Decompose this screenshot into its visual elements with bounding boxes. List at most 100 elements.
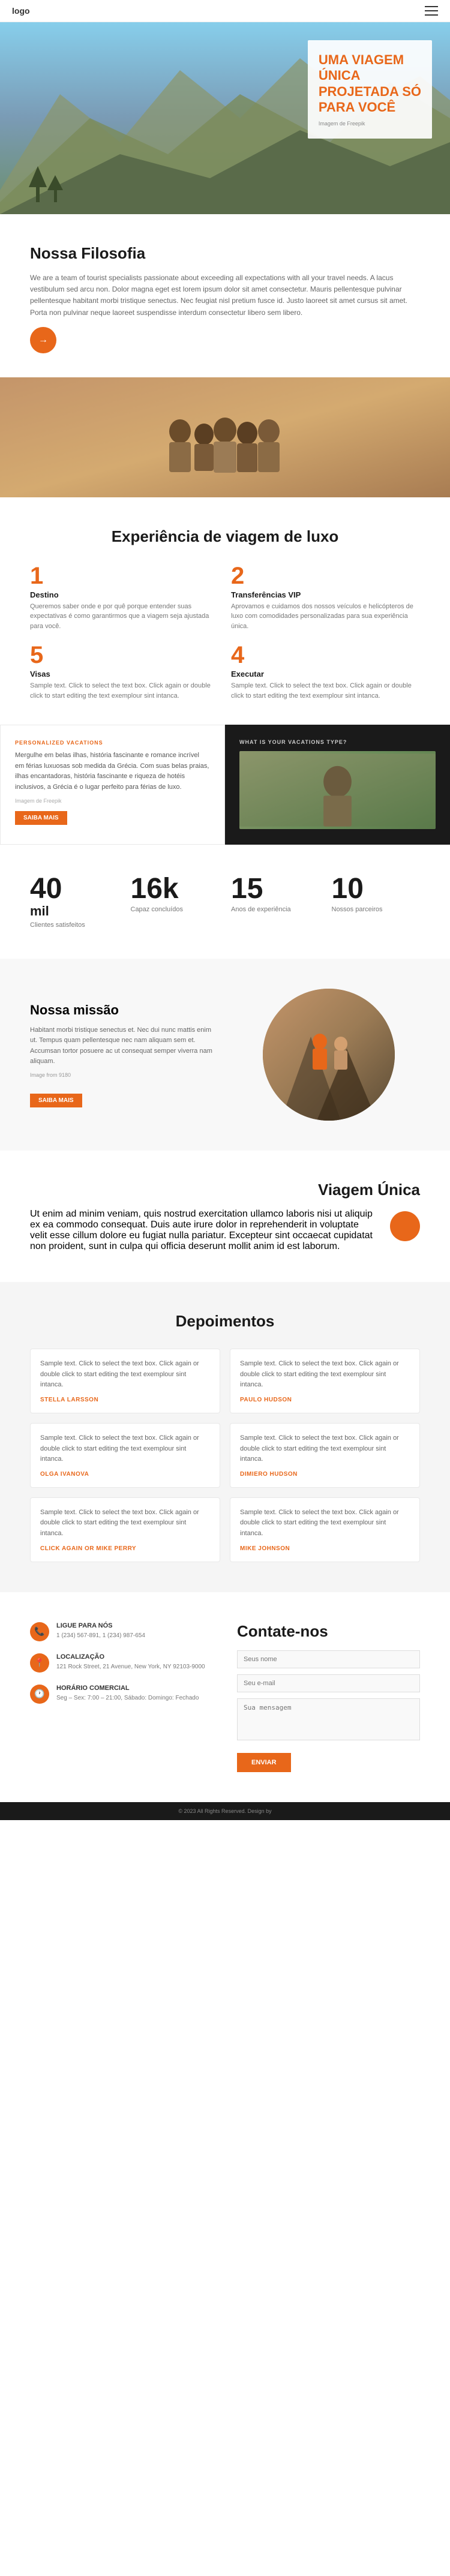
stat-label-0: Clientes satisfeitos — [30, 921, 119, 929]
footer-text: © 2023 All Rights Reserved. Design by — [178, 1808, 271, 1814]
filosofia-title: Nossa Filosofia — [30, 244, 420, 263]
pers-right-photo — [239, 751, 436, 829]
contact-info-location: LOCALIZAÇÃO 121 Rock Street, 21 Avenue, … — [56, 1653, 205, 1671]
exp-title-5: Visas — [30, 669, 219, 678]
exp-item-1: 1 Destino Queremos saber onde e por quê … — [30, 564, 219, 632]
contact-item-phone: 📞 LIGUE PARA NÓS 1 (234) 567-891, 1 (234… — [30, 1622, 213, 1641]
email-input[interactable] — [237, 1674, 420, 1692]
hamburger-menu[interactable] — [425, 6, 438, 16]
viagem-content: Ut enim ad minim veniam, quis nostrud ex… — [30, 1209, 420, 1252]
dep-card-1: Sample text. Click to select the text bo… — [230, 1349, 420, 1413]
pers-left-tab[interactable]: PERSONALIZED VACATIONS — [15, 740, 210, 746]
pers-left-panel: PERSONALIZED VACATIONS Mergulhe em belas… — [0, 725, 225, 845]
logo: logo — [12, 6, 30, 16]
group-photo — [0, 377, 450, 497]
name-input[interactable] — [237, 1650, 420, 1668]
stat-number-0: 40 — [30, 875, 119, 903]
dep-card-2: Sample text. Click to select the text bo… — [30, 1423, 220, 1488]
viagem-orange-circle — [390, 1211, 420, 1241]
pers-left-text: Mergulhe em belas ilhas, história fascin… — [15, 750, 210, 792]
missao-title: Nossa missão — [30, 1002, 213, 1018]
enviar-button[interactable]: ENVIAR — [237, 1753, 291, 1772]
section-missao: Nossa missão Habitant morbi tristique se… — [0, 959, 450, 1151]
stat-number-3: 10 — [332, 875, 421, 903]
pers-right-tab[interactable]: WHAT IS YOUR VACATIONS TYPE? — [239, 739, 436, 745]
dep-text-2: Sample text. Click to select the text bo… — [40, 1433, 210, 1465]
dep-name-2: OLGA IVANOVA — [40, 1471, 210, 1478]
footer: © 2023 All Rights Reserved. Design by — [0, 1802, 450, 1820]
exp-item-2: 2 Transferências VIP Aprovamos e cuidamo… — [231, 564, 420, 632]
contact-location-title: LOCALIZAÇÃO — [56, 1653, 205, 1661]
stats-section: 40 mil Clientes satisfeitos 16k Capaz co… — [0, 845, 450, 959]
exp-number-5: 5 — [30, 643, 219, 667]
viagem-title: Viagem Única — [30, 1181, 420, 1199]
contact-right: Contate-nos ENVIAR — [237, 1622, 420, 1772]
contact-form-title: Contate-nos — [237, 1622, 420, 1641]
experiencia-title: Experiência de viagem de luxo — [30, 527, 420, 546]
experience-grid: 1 Destino Queremos saber onde e por quê … — [30, 564, 420, 701]
filosofia-text: We are a team of tourist specialists pas… — [30, 272, 420, 319]
dep-text-0: Sample text. Click to select the text bo… — [40, 1359, 210, 1391]
exp-title-2: Transferências VIP — [231, 590, 420, 599]
hero-title: UMA VIAGEM ÚNICA PROJETADA SÓ PARA VOCÊ — [319, 52, 421, 116]
stat-number-1: 16k — [131, 875, 220, 903]
dep-name-1: PAULO HUDSON — [240, 1397, 410, 1403]
pers-right-panel: WHAT IS YOUR VACATIONS TYPE? — [225, 725, 450, 845]
contact-info-phone: LIGUE PARA NÓS 1 (234) 567-891, 1 (234) … — [56, 1622, 145, 1640]
contact-item-hours: 🕐 HORÁRIO COMERCIAL Seg – Sex: 7:00 – 21… — [30, 1685, 213, 1704]
exp-number-2: 2 — [231, 564, 420, 588]
dep-text-3: Sample text. Click to select the text bo… — [240, 1433, 410, 1465]
dep-card-3: Sample text. Click to select the text bo… — [230, 1423, 420, 1488]
group-photo-inner — [0, 377, 450, 497]
contact-item-location: 📍 LOCALIZAÇÃO 121 Rock Street, 21 Avenue… — [30, 1653, 213, 1673]
contact-phone-text: 1 (234) 567-891, 1 (234) 987-654 — [56, 1631, 145, 1640]
contact-left: 📞 LIGUE PARA NÓS 1 (234) 567-891, 1 (234… — [30, 1622, 213, 1772]
stat-item-1: 16k Capaz concluídos — [131, 875, 220, 929]
header: logo — [0, 0, 450, 22]
section-depoimentos: Depoimentos Sample text. Click to select… — [0, 1282, 450, 1592]
exp-desc-2: Aprovamos e cuidamos dos nossos veículos… — [231, 602, 420, 632]
depoimentos-title: Depoimentos — [30, 1312, 420, 1331]
missao-text: Habitant morbi tristique senectus et. Ne… — [30, 1025, 213, 1067]
form-message-group — [237, 1698, 420, 1743]
exp-title-1: Destino — [30, 590, 219, 599]
exp-title-4: Executar — [231, 669, 420, 678]
pers-photo-svg — [239, 751, 436, 829]
stat-number-2: 15 — [231, 875, 320, 903]
pers-image-credit: Imagem de Freepik — [15, 798, 210, 804]
exp-number-1: 1 — [30, 564, 219, 588]
stat-label-2: Anos de experiência — [231, 906, 320, 913]
missao-left: Nossa missão Habitant morbi tristique se… — [30, 1002, 213, 1107]
form-name-group — [237, 1650, 420, 1668]
hero-section: UMA VIAGEM ÚNICA PROJETADA SÓ PARA VOCÊ … — [0, 22, 450, 214]
dep-name-0: STELLA LARSSON — [40, 1397, 210, 1403]
dep-text-4: Sample text. Click to select the text bo… — [40, 1508, 210, 1539]
filosofia-cta-button[interactable] — [30, 327, 56, 353]
dep-card-4: Sample text. Click to select the text bo… — [30, 1497, 220, 1562]
section-experiencia: Experiência de viagem de luxo 1 Destino … — [0, 497, 450, 725]
saiba-mais-button[interactable]: SAIBA MAIS — [15, 811, 67, 825]
section-filosofia: Nossa Filosofia We are a team of tourist… — [0, 214, 450, 377]
stat-label-3: Nossos parceiros — [332, 906, 421, 913]
section-viagem: Viagem Única Ut enim ad minim veniam, qu… — [0, 1151, 450, 1282]
stat-label-1: Capaz concluídos — [131, 906, 220, 913]
missao-saiba-mais-button[interactable]: SAIBA MAIS — [30, 1094, 82, 1107]
contact-info-hours: HORÁRIO COMERCIAL Seg – Sex: 7:00 – 21:0… — [56, 1685, 199, 1703]
missao-circle-inner — [263, 989, 395, 1121]
dep-name-4: Click again or Mike PERRY — [40, 1545, 210, 1552]
stat-item-3: 10 Nossos parceiros — [332, 875, 421, 929]
message-textarea[interactable] — [237, 1698, 420, 1740]
viagem-text: Ut enim ad minim veniam, quis nostrud ex… — [30, 1209, 378, 1252]
exp-desc-5: Sample text. Click to select the text bo… — [30, 681, 219, 701]
exp-item-4: 4 Executar Sample text. Click to select … — [231, 643, 420, 701]
contact-hours-text: Seg – Sex: 7:00 – 21:00, Sábado: Domingo… — [56, 1694, 199, 1703]
dep-text-1: Sample text. Click to select the text bo… — [240, 1359, 410, 1391]
exp-item-5: 5 Visas Sample text. Click to select the… — [30, 643, 219, 701]
form-email-group — [237, 1674, 420, 1692]
phone-icon: 📞 — [30, 1622, 49, 1641]
section-contact: 📞 LIGUE PARA NÓS 1 (234) 567-891, 1 (234… — [0, 1592, 450, 1802]
missao-credit: Image from 9180 — [30, 1072, 213, 1078]
hero-image-credit: Imagem de Freepik — [319, 121, 421, 127]
contact-hours-title: HORÁRIO COMERCIAL — [56, 1685, 199, 1692]
exp-desc-4: Sample text. Click to select the text bo… — [231, 681, 420, 701]
